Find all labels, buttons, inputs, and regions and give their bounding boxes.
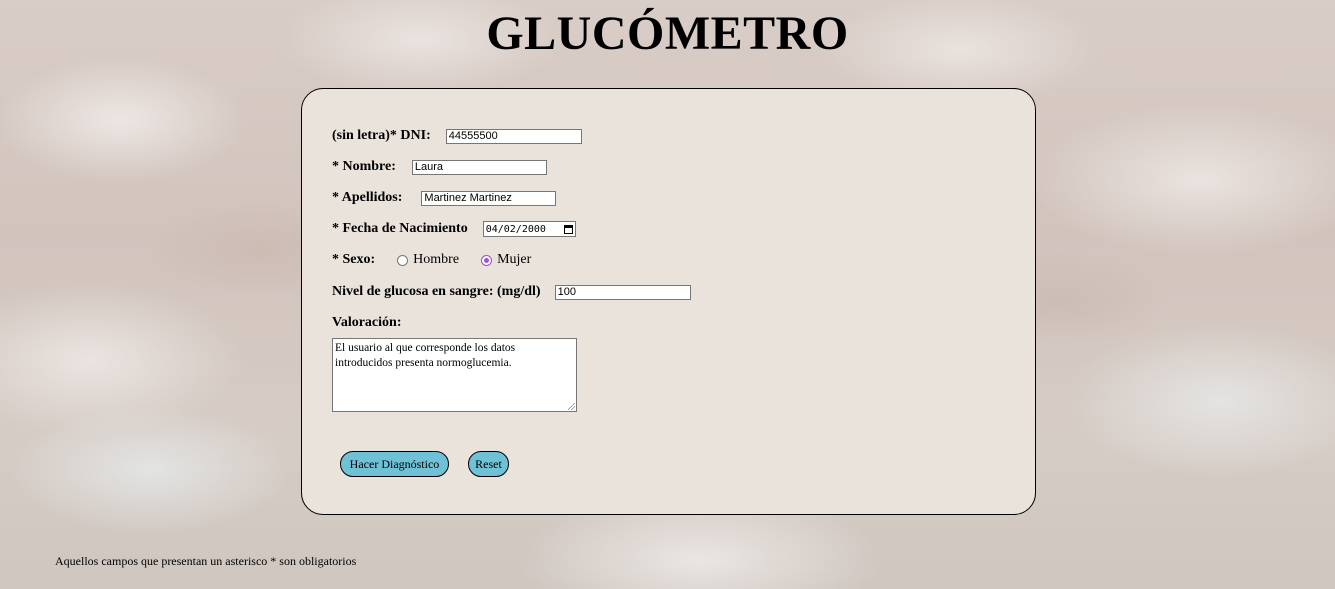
page-title: GLUCÓMETRO <box>486 7 849 60</box>
apellidos-row: * Apellidos: Martinez Martinez <box>332 188 557 208</box>
apellidos-label: * Apellidos: <box>332 190 403 205</box>
fecha-nacimiento-value: 04/02/2000 <box>485 223 546 235</box>
glucosa-row: Nivel de glucosa en sangre: (mg/dl) 100 <box>332 282 691 302</box>
dni-input[interactable]: 44555500 <box>445 128 582 144</box>
sexo-row: * Sexo: Hombre Mujer <box>332 250 531 270</box>
dni-row: (sin letra)* DNI: 44555500 <box>332 126 582 146</box>
required-fields-note: Aquellos campos que presentan un asteris… <box>55 554 357 568</box>
glucometer-form: (sin letra)* DNI: 44555500 * Nombre: Lau… <box>301 88 1036 515</box>
valoracion-textarea[interactable]: El usuario al que corresponde los datos … <box>332 338 577 412</box>
glucosa-input[interactable]: 100 <box>554 284 691 300</box>
fecha-row: * Fecha de Nacimiento 04/02/2000 <box>332 219 576 239</box>
calendar-icon[interactable] <box>563 224 573 234</box>
valoracion-label: Valoración: <box>332 315 402 330</box>
fecha-nacimiento-label: * Fecha de Nacimiento <box>332 221 468 236</box>
apellidos-input[interactable]: Martinez Martinez <box>421 190 557 206</box>
resize-grip-icon[interactable] <box>568 403 575 410</box>
valoracion-row: Valoración: <box>332 313 401 333</box>
nombre-label: * Nombre: <box>332 159 396 174</box>
sexo-label: * Sexo: <box>332 252 376 267</box>
reset-button[interactable]: Reset <box>468 451 509 477</box>
sexo-hombre-radio[interactable] <box>397 254 409 266</box>
nombre-input[interactable]: Laura <box>411 159 547 175</box>
dni-label: (sin letra)* DNI: <box>332 128 431 143</box>
valoracion-text: El usuario al que corresponde los datos … <box>335 342 518 369</box>
fecha-nacimiento-input[interactable]: 04/02/2000 <box>482 221 576 237</box>
hacer-diagnostico-button[interactable]: Hacer Diagnóstico <box>340 451 449 477</box>
sexo-mujer-radio[interactable] <box>481 254 493 266</box>
glucosa-label: Nivel de glucosa en sangre: (mg/dl) <box>332 284 541 299</box>
sexo-mujer-label[interactable]: Mujer <box>497 252 531 268</box>
sexo-hombre-label[interactable]: Hombre <box>413 252 459 268</box>
nombre-row: * Nombre: Laura <box>332 157 547 177</box>
